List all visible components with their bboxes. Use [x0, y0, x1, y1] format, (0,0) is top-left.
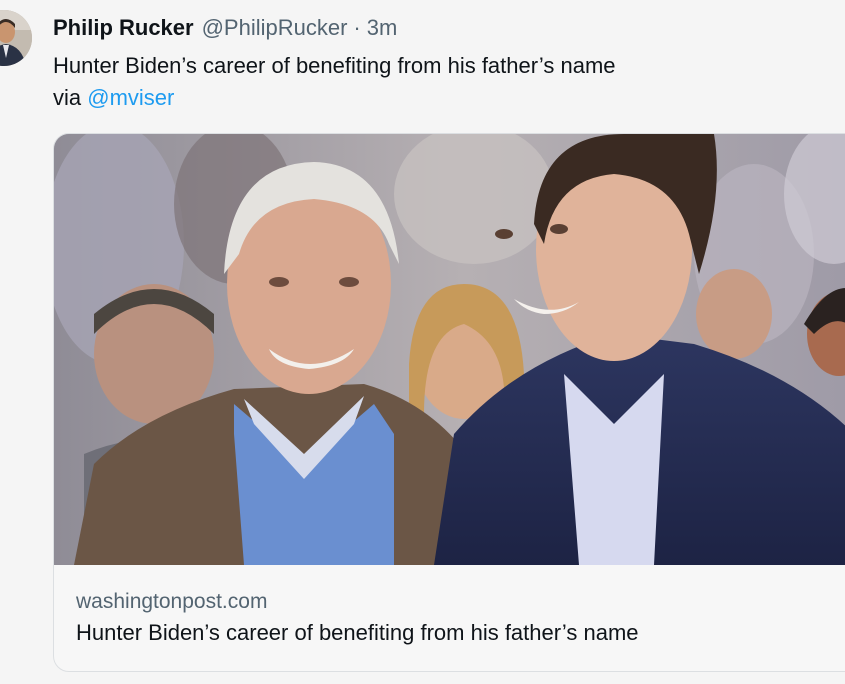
- tweet[interactable]: Philip Rucker @PhilipRucker · 3m Hunter …: [0, 0, 845, 684]
- author-avatar[interactable]: [0, 10, 32, 66]
- via-label: via: [53, 85, 82, 110]
- card-image[interactable]: [54, 134, 845, 565]
- tweet-text: Hunter Biden’s career of benefiting from…: [53, 50, 833, 114]
- tweet-timestamp[interactable]: 3m: [367, 15, 398, 41]
- header-separator: ·: [353, 15, 361, 40]
- tweet-text-line: Hunter Biden’s career of benefiting from…: [53, 53, 616, 78]
- card-photo: [54, 134, 845, 565]
- card-title[interactable]: Hunter Biden’s career of benefiting from…: [76, 620, 639, 646]
- link-card[interactable]: washingtonpost.com Hunter Biden’s career…: [53, 133, 845, 672]
- author-display-name[interactable]: Philip Rucker: [53, 15, 194, 41]
- tweet-text-via-line: via @mviser: [53, 82, 833, 114]
- tweet-header: Philip Rucker @PhilipRucker · 3m: [53, 15, 397, 45]
- avatar-photo: [0, 10, 32, 66]
- author-handle[interactable]: @PhilipRucker: [202, 15, 348, 41]
- card-domain[interactable]: washingtonpost.com: [76, 590, 267, 614]
- mention-link[interactable]: @mviser: [87, 85, 174, 110]
